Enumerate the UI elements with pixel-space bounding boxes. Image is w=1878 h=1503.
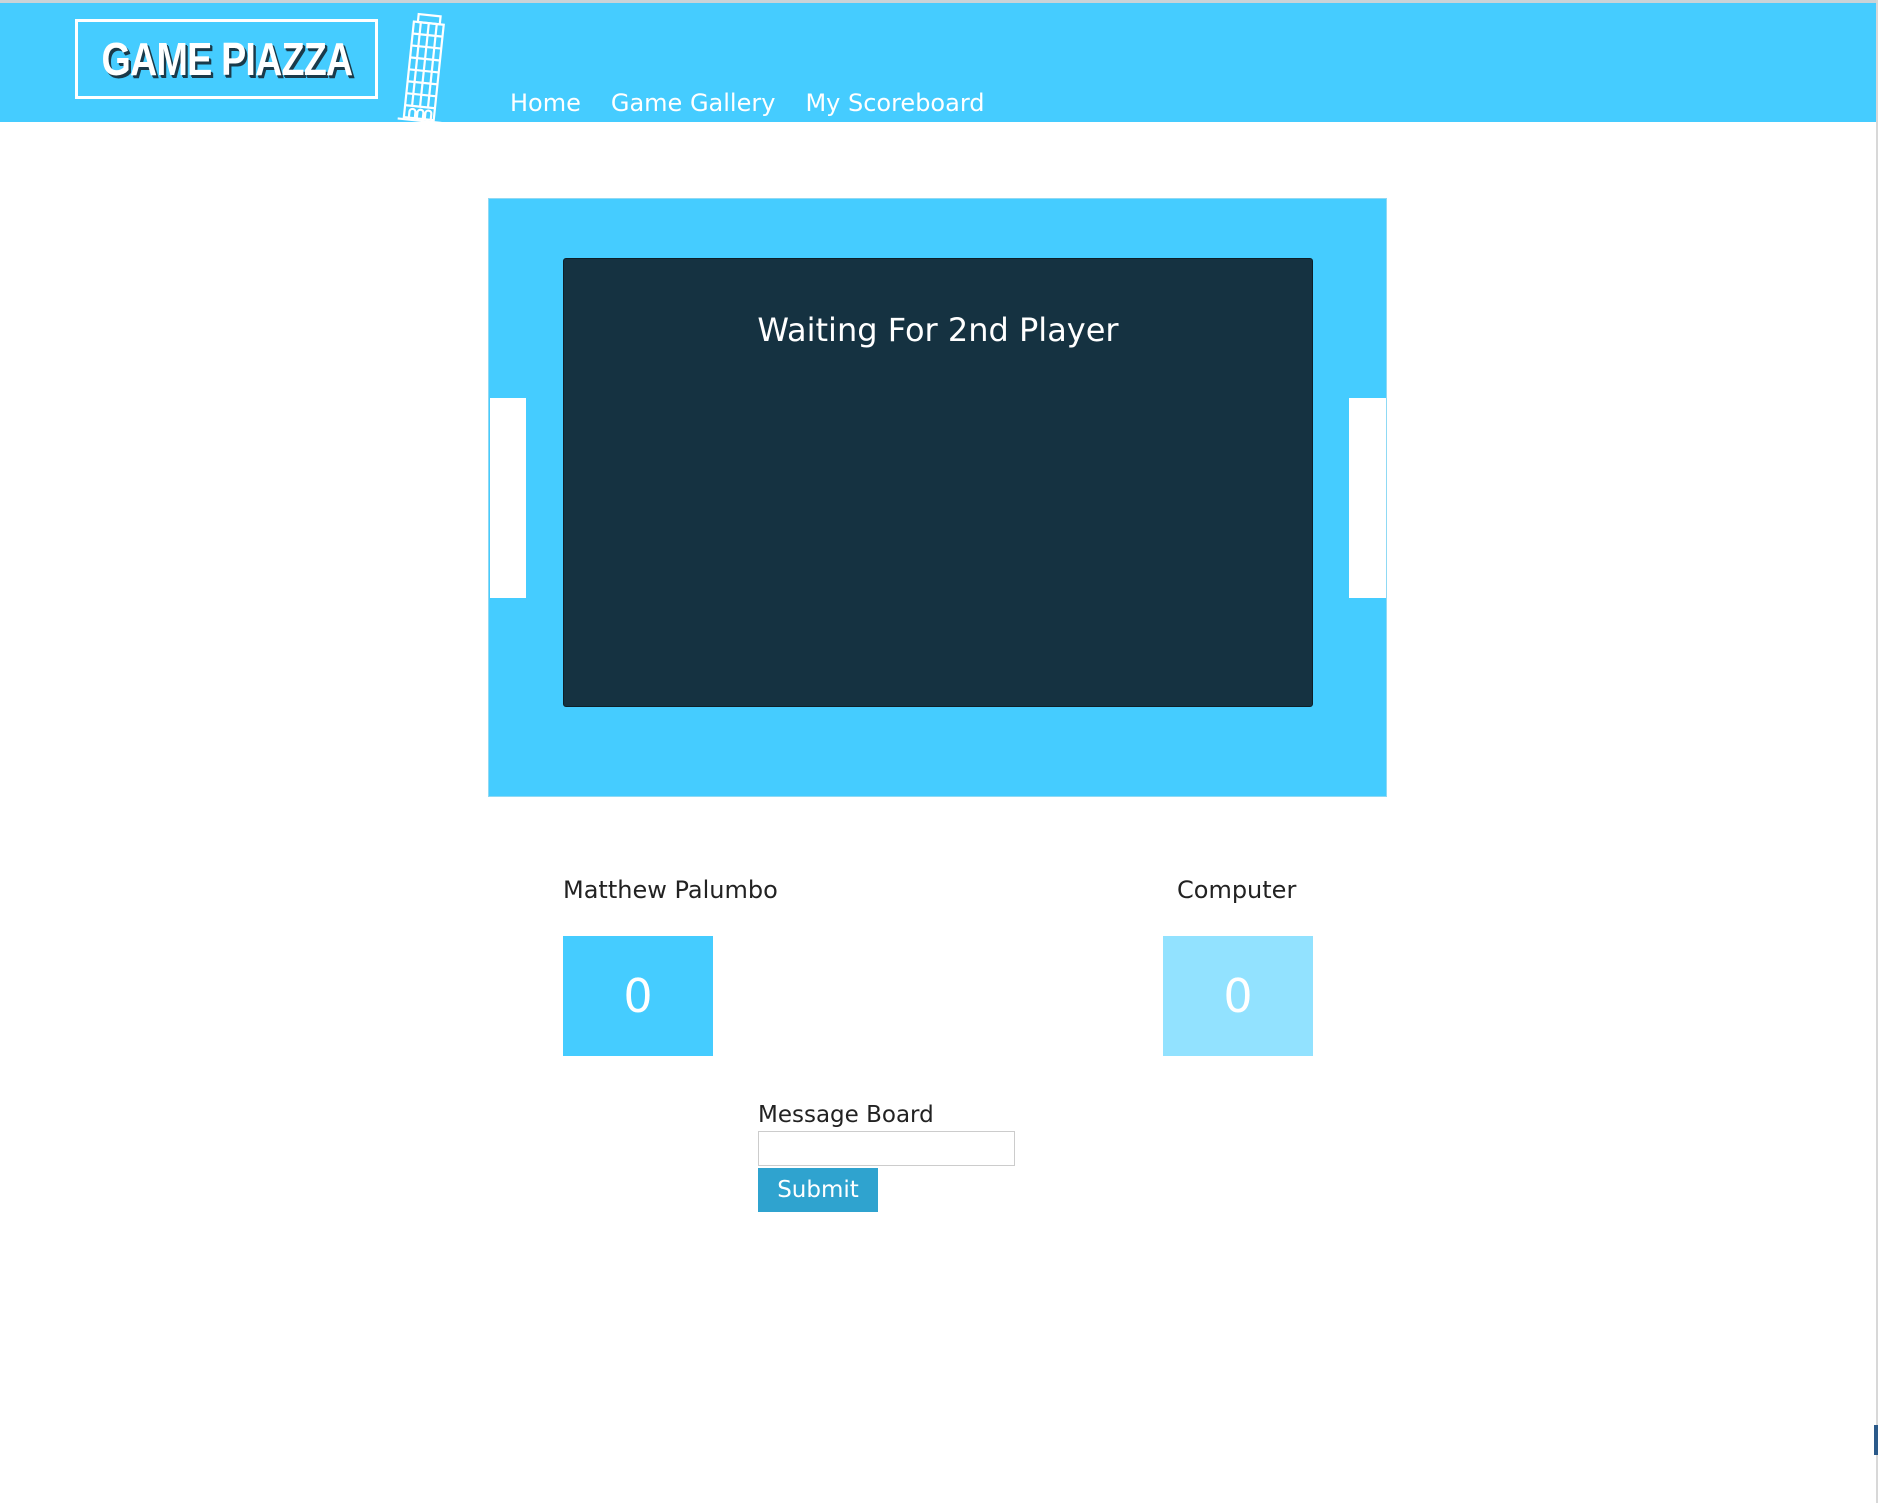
- nav-my-scoreboard[interactable]: My Scoreboard: [805, 89, 984, 117]
- message-input[interactable]: [758, 1131, 1015, 1166]
- player-right-name: Computer: [1177, 876, 1297, 904]
- player-left-score: 0: [563, 936, 713, 1056]
- nav-home[interactable]: Home: [510, 89, 581, 117]
- nav-game-gallery[interactable]: Game Gallery: [611, 89, 776, 117]
- player-left-name: Matthew Palumbo: [563, 876, 778, 904]
- left-paddle: [490, 398, 526, 598]
- page: GAME PIAZZA Home Game Gallery My Scorebo…: [0, 0, 1878, 1503]
- submit-button[interactable]: Submit: [758, 1168, 878, 1212]
- main-nav: Home Game Gallery My Scoreboard: [510, 89, 985, 117]
- player-right-score: 0: [1163, 936, 1313, 1056]
- logo-text: GAME PIAZZA: [101, 33, 353, 85]
- logo[interactable]: GAME PIAZZA: [75, 19, 378, 99]
- message-board-label: Message Board: [758, 1102, 934, 1128]
- scrollbar-thumb[interactable]: [1874, 1425, 1878, 1455]
- site-header: GAME PIAZZA Home Game Gallery My Scorebo…: [0, 3, 1876, 125]
- right-paddle: [1349, 398, 1386, 598]
- game-screen[interactable]: Waiting For 2nd Player: [563, 258, 1313, 707]
- game-status-text: Waiting For 2nd Player: [757, 311, 1119, 349]
- leaning-tower-icon: [397, 12, 445, 125]
